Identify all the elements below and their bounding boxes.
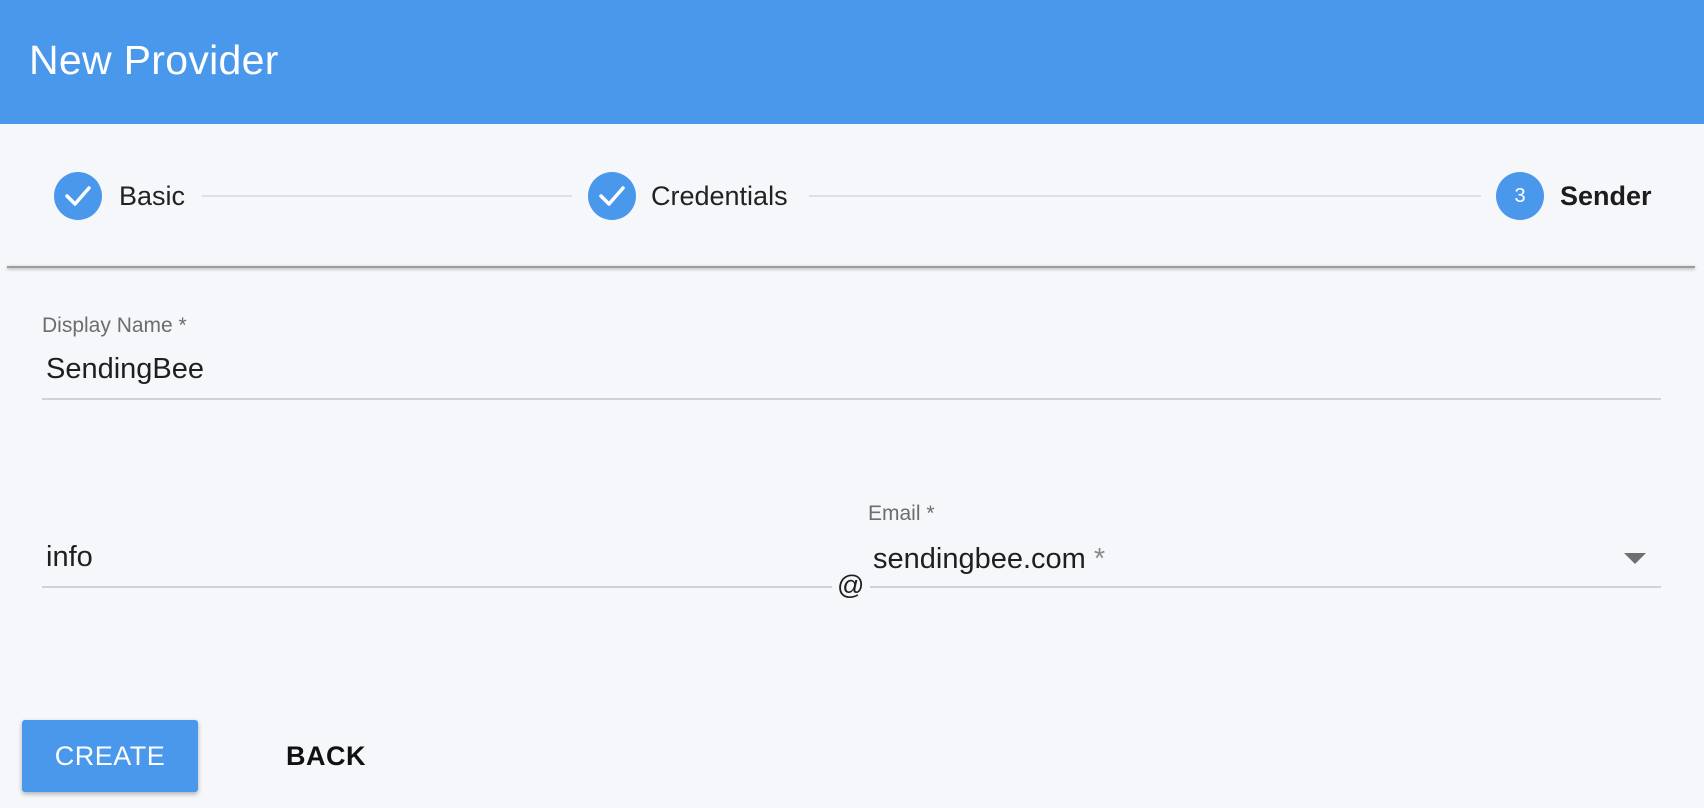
step-credentials-label[interactable]: Credentials <box>651 181 788 212</box>
dropdown-arrow-icon[interactable] <box>1624 553 1646 564</box>
app-header: New Provider <box>0 0 1704 124</box>
required-marker: * <box>1093 543 1106 575</box>
step-sender-label[interactable]: Sender <box>1560 181 1652 212</box>
display-name-input[interactable]: SendingBee <box>46 353 204 386</box>
step-credentials-check-icon[interactable] <box>588 172 636 220</box>
sender-local-part-underline <box>42 586 832 588</box>
email-domain-value: sendingbee.com <box>873 543 1086 575</box>
step-connector <box>809 195 1481 197</box>
at-sign: @ <box>837 570 865 600</box>
stepper-divider <box>7 266 1695 268</box>
email-domain-select[interactable]: sendingbee.com * <box>873 543 1105 576</box>
email-domain-label: Email * <box>868 502 935 525</box>
step-basic-check-icon[interactable] <box>54 172 102 220</box>
step-connector <box>202 195 572 197</box>
back-button[interactable]: BACK <box>258 720 394 792</box>
email-domain-underline <box>870 586 1661 588</box>
display-name-underline <box>42 398 1661 400</box>
create-button[interactable]: CREATE <box>22 720 198 792</box>
step-sender-number[interactable]: 3 <box>1496 172 1544 220</box>
step-basic-label[interactable]: Basic <box>119 181 185 212</box>
display-name-label: Display Name * <box>42 314 187 337</box>
sender-local-part-input[interactable]: info <box>46 541 93 574</box>
page-title: New Provider <box>29 37 279 83</box>
